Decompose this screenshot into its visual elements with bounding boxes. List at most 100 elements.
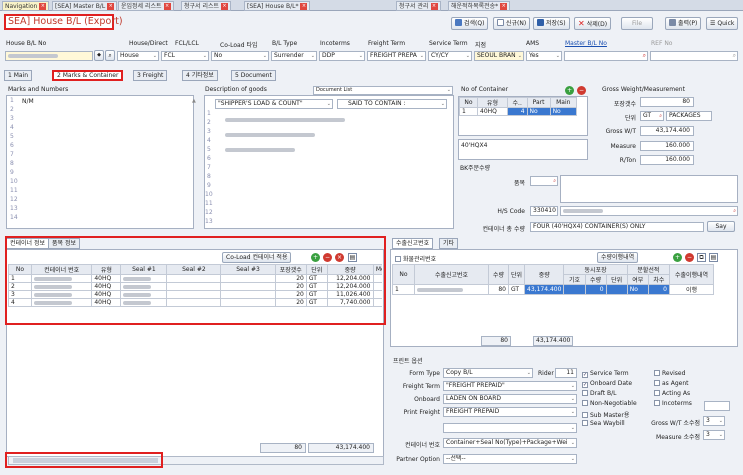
house-bl-no-field[interactable]: [5, 51, 93, 61]
print-button[interactable]: 출력(P): [665, 17, 702, 30]
branch-select[interactable]: SEOUL BRAN ⌄: [474, 51, 524, 61]
tab-export-decl[interactable]: 수출신고번호: [392, 238, 434, 249]
option-checkbox[interactable]: Sea Waybill: [582, 420, 625, 427]
say-button[interactable]: Say: [707, 221, 735, 232]
save-button[interactable]: 저장(S): [533, 17, 570, 30]
container-no-select[interactable]: Container+Seal No(Type)+Package+Wei ⌄: [443, 438, 577, 448]
new-button[interactable]: 신규(N): [493, 17, 531, 30]
rton-field[interactable]: 160.000: [640, 155, 694, 165]
container-summary-field[interactable]: 40'HQX4: [458, 139, 588, 160]
print-freight-term-select[interactable]: "FREIGHT PREPAID" ⌄: [443, 381, 577, 391]
close-icon[interactable]: ×: [107, 3, 115, 10]
description-editor[interactable]: "SHIPPER'S LOAD & COUNT" ⌄ SAID TO CONTAI…: [204, 95, 454, 229]
window-tab-master-bl[interactable]: [SEA] Master B/L ×: [52, 1, 118, 11]
option-checkbox[interactable]: Service Term: [582, 370, 629, 378]
fcl-lcl-select[interactable]: FCL ⌄: [161, 51, 209, 61]
hs-code-desc-field[interactable]: ⌕: [560, 206, 738, 216]
incoterms-text-field[interactable]: [704, 401, 730, 411]
marks-editor[interactable]: N/M ▲: [6, 95, 196, 229]
option-checkbox[interactable]: Sub Master용: [582, 410, 629, 419]
container-qty-field[interactable]: FOUR (40'HQX4) CONTAINER(S) ONLY: [530, 222, 704, 232]
search-button[interactable]: 검색(Q): [451, 17, 489, 30]
close-icon[interactable]: ×: [500, 3, 508, 10]
add-row-icon[interactable]: +: [673, 253, 682, 262]
window-tab-house-bl[interactable]: [SEA] House B/L* ×: [244, 1, 311, 11]
ref-no-field[interactable]: ⌕: [650, 51, 738, 61]
close-icon[interactable]: ×: [430, 3, 438, 10]
option-checkbox[interactable]: as Agent: [654, 380, 688, 387]
close-icon[interactable]: ×: [163, 3, 171, 10]
chevron-down-icon: ⌄: [718, 432, 723, 438]
print-freight-select[interactable]: FREIGHT PREPAID ⌄: [443, 407, 577, 417]
coload-select[interactable]: No ⌄: [211, 51, 269, 61]
chevron-down-icon: ⌄: [526, 370, 531, 376]
table-row[interactable]: 1 80 GT 43,174.400 0 No 0 이행: [392, 284, 714, 295]
scroll-up-icon[interactable]: ▲: [192, 98, 196, 104]
measure-field[interactable]: 160.000: [640, 141, 694, 151]
remove-row-icon[interactable]: −: [577, 86, 586, 95]
close-icon[interactable]: ×: [221, 3, 229, 10]
gross-wt-field[interactable]: 43,174.400: [640, 126, 694, 136]
blank-select[interactable]: ⌄: [443, 423, 577, 433]
document-list-select[interactable]: Document List ⌄: [313, 86, 453, 95]
tab-etc-info[interactable]: 4 기타정보: [182, 70, 218, 81]
pkg-count-field[interactable]: 80: [640, 97, 694, 107]
option-checkbox[interactable]: Revised: [654, 370, 685, 377]
said2-select[interactable]: SAID TO CONTAIN : ⌄: [337, 99, 447, 109]
window-tab-manifest[interactable]: 해운적하목록전송* ×: [448, 1, 511, 11]
window-tab-invoice-list[interactable]: 청구서 리스트 ×: [181, 1, 232, 11]
lookup-button[interactable]: ⌕: [105, 50, 115, 61]
option-checkbox[interactable]: Acting As: [654, 390, 690, 397]
master-bl-no-link[interactable]: Master B/L No: [565, 40, 607, 47]
item-code-field[interactable]: ⌕: [530, 176, 558, 186]
quick-button[interactable]: ☰ Quick: [706, 17, 739, 30]
unit-code-field[interactable]: GT ⌕: [640, 111, 664, 121]
option-checkbox[interactable]: Onboard Date: [582, 380, 632, 388]
form-type-select[interactable]: Copy B/L ⌄: [443, 368, 533, 378]
match-qty-button[interactable]: 수량이행내역: [597, 252, 639, 263]
delete-button[interactable]: ✕ 삭제(D): [574, 17, 612, 30]
column-header: 수출이행내역: [669, 264, 714, 285]
window-tab-invoice-mgmt[interactable]: 청구서 관리 ×: [396, 1, 441, 11]
option-checkbox[interactable]: Draft B/L: [582, 390, 617, 397]
window-tab-navigation[interactable]: Navigation ×: [2, 1, 50, 11]
hs-code-field[interactable]: 330410: [530, 206, 558, 216]
tab-main[interactable]: 1 Main: [4, 70, 33, 81]
master-bl-no-field[interactable]: ⌕: [564, 51, 648, 61]
table-row[interactable]: 1 40HQ 4 No No: [459, 107, 578, 116]
freight-term-select[interactable]: FREIGHT PREPA ⌄: [367, 51, 426, 61]
service-term-select[interactable]: CY/CY ⌄: [428, 51, 472, 61]
rider-field[interactable]: 11: [555, 368, 577, 378]
onboard-select[interactable]: LADEN ON BOARD ⌄: [443, 394, 577, 404]
close-icon[interactable]: ×: [39, 3, 47, 10]
copy-icon[interactable]: ⧉: [697, 253, 706, 262]
close-icon[interactable]: ×: [300, 3, 308, 10]
unit-name-field[interactable]: PACKAGES: [666, 111, 712, 121]
bl-type-select[interactable]: Surrender ⌄: [271, 51, 317, 61]
remove-row-icon[interactable]: −: [685, 253, 694, 262]
tab-document[interactable]: 5 Document: [231, 70, 276, 81]
item-name-field[interactable]: [560, 175, 738, 203]
partner-option-select[interactable]: --선택-- ⌄: [443, 454, 577, 464]
line-number: 6: [207, 155, 211, 162]
chevron-down-icon: ⌄: [358, 53, 363, 59]
add-row-icon[interactable]: +: [565, 86, 574, 95]
window-tab-freight-list[interactable]: 운임정세 리스트 ×: [118, 1, 174, 11]
tab-etc[interactable]: 기타: [439, 238, 459, 249]
file-button[interactable]: File: [621, 17, 653, 30]
spin-button[interactable]: ◆: [94, 50, 104, 61]
ams-select[interactable]: Yes ⌄: [526, 51, 562, 61]
measure-decimal-select[interactable]: 3 ⌄: [703, 430, 725, 440]
chevron-down-icon: ⌄: [570, 383, 575, 389]
option-checkbox[interactable]: Incoterms: [654, 400, 692, 407]
export-grid-icon[interactable]: ▤: [709, 253, 718, 262]
said1-select[interactable]: "SHIPPER'S LOAD & COUNT" ⌄: [215, 99, 333, 109]
house-direct-select[interactable]: House ⌄: [117, 51, 159, 61]
gw-decimal-select[interactable]: 3 ⌄: [703, 416, 725, 426]
tab-marks-container[interactable]: 2 Marks & Container: [52, 70, 124, 81]
incoterms-select[interactable]: DDP ⌄: [319, 51, 365, 61]
cargo-mgmt-checkbox[interactable]: 화물관리번호: [395, 254, 436, 263]
column-header: 수량: [584, 274, 607, 285]
tab-freight[interactable]: 3 Freight: [133, 70, 168, 81]
option-checkbox[interactable]: Non-Negotiable: [582, 400, 637, 407]
